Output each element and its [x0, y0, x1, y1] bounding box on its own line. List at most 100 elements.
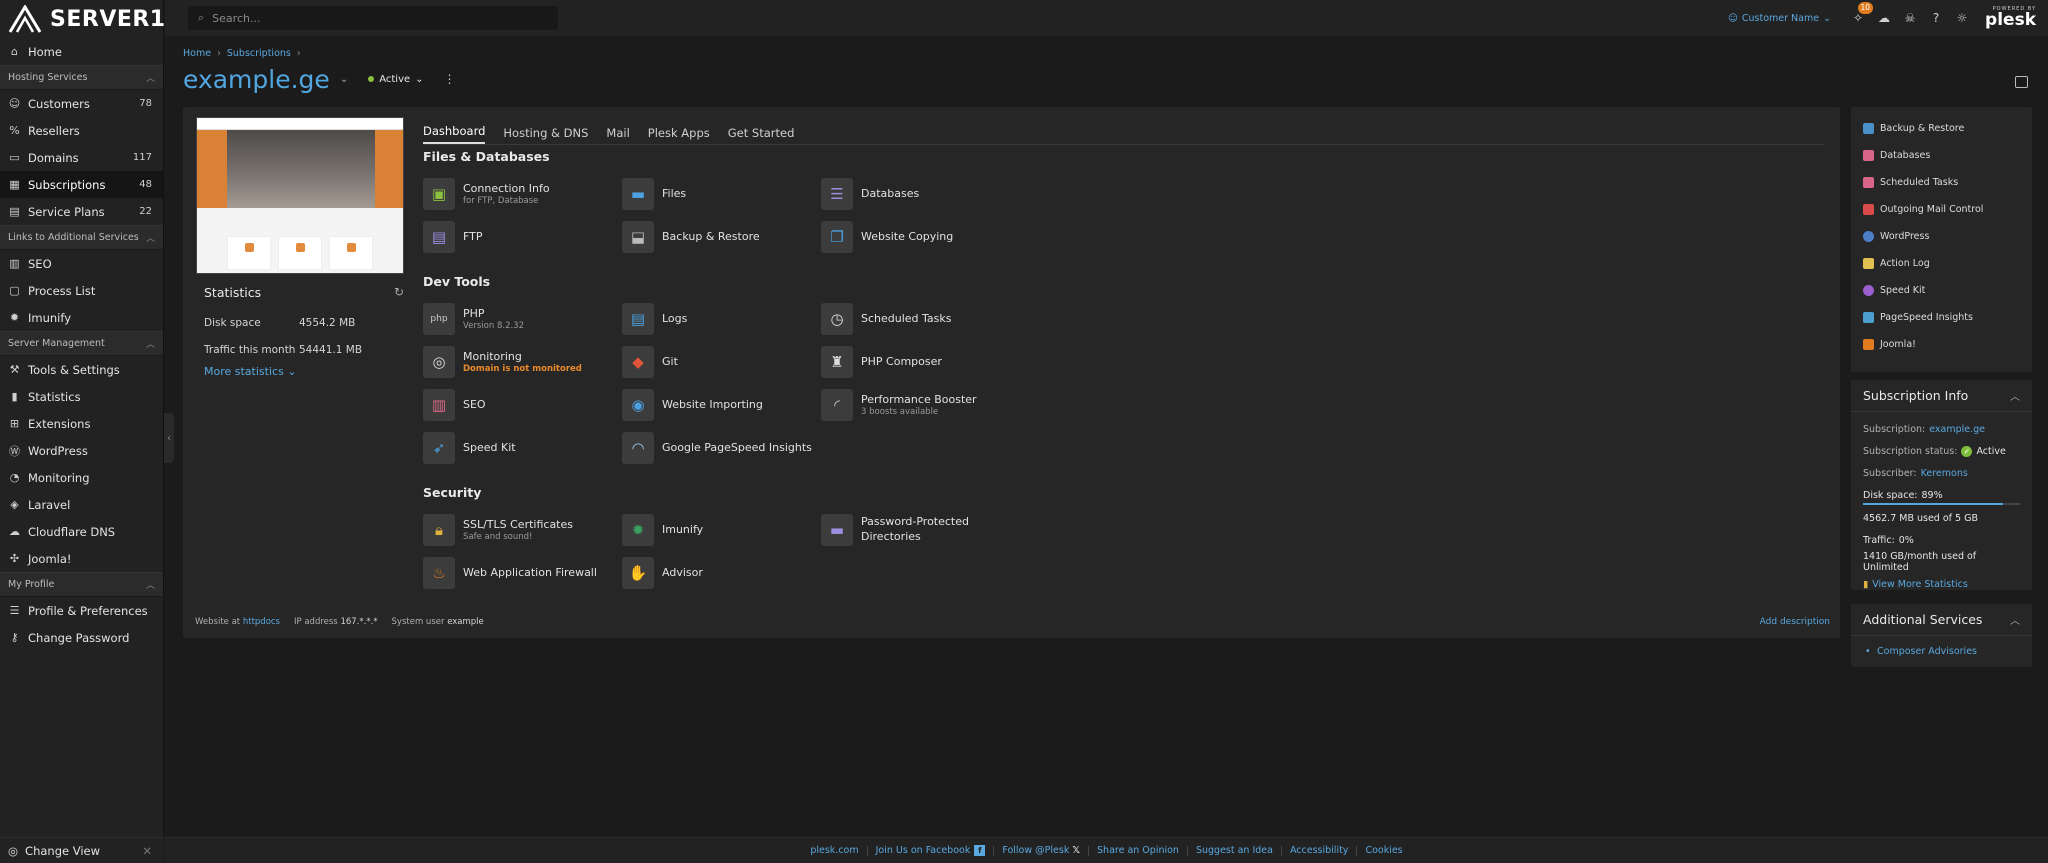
footer-link-cookies[interactable]: Cookies [1365, 845, 1402, 856]
tool-advisor[interactable]: ✋ Advisor [622, 557, 812, 589]
tool-php[interactable]: php PHP Version 8.2.32 [423, 303, 613, 335]
tab-hosting-dns[interactable]: Hosting & DNS [503, 126, 588, 144]
docroot-link[interactable]: httpdocs [243, 617, 280, 627]
notifications-icon[interactable]: ✧ 10 [1850, 2, 1874, 26]
tool-website-copying[interactable]: ❐ Website Copying [821, 221, 1011, 253]
subscription-info-header[interactable]: Subscription Info ︿ [1851, 380, 2032, 412]
quick-link-databases[interactable]: Databases [1851, 142, 2032, 169]
sidebar-item-cloudflare[interactable]: ☁ Cloudflare DNS [0, 518, 163, 545]
view-more-statistics-link[interactable]: ▮ View More Statistics [1851, 573, 2032, 595]
additional-services-header[interactable]: Additional Services ︿ [1851, 604, 2032, 636]
search-box[interactable]: ⌕ [188, 6, 558, 30]
customer-name: Customer Name [1741, 12, 1820, 24]
search-input[interactable] [212, 11, 533, 25]
quick-link-scheduled-tasks[interactable]: Scheduled Tasks [1851, 169, 2032, 196]
brand-logo[interactable]: SERVER1 [0, 0, 165, 38]
breadcrumb-subscriptions[interactable]: Subscriptions [227, 48, 291, 59]
sidebar-item-joomla[interactable]: ✣ Joomla! [0, 545, 163, 572]
help-icon[interactable]: ? [1928, 10, 1944, 26]
sidebar-item-domains[interactable]: ▭ Domains 117 [0, 144, 163, 171]
tool-pagespeed[interactable]: ◠ Google PageSpeed Insights [622, 432, 812, 464]
sidebar-item-monitoring[interactable]: ◔ Monitoring [0, 464, 163, 491]
sidebar-item-subscriptions[interactable]: ▦ Subscriptions 48 [0, 171, 163, 198]
quick-link-pagespeed[interactable]: PageSpeed Insights [1851, 304, 2032, 331]
chevron-down-icon[interactable]: ⌄ [340, 74, 348, 85]
footer-link-plesk[interactable]: plesk.com [810, 845, 858, 856]
gauge-icon: ◜ [821, 389, 853, 421]
sidebar-item-customers[interactable]: ☺ Customers 78 [0, 90, 163, 117]
tool-files[interactable]: ▬ Files [622, 178, 812, 210]
nav-group-server[interactable]: Server Management ︿ [0, 331, 163, 356]
more-options-icon[interactable]: ⋮ [444, 72, 456, 86]
nav-group-hosting[interactable]: Hosting Services ︿ [0, 65, 163, 90]
sidebar-collapse-handle[interactable]: ‹ [164, 413, 174, 463]
sidebar-item-resellers[interactable]: % Resellers [0, 117, 163, 144]
tool-waf[interactable]: ♨ Web Application Firewall [423, 557, 613, 589]
tab-mail[interactable]: Mail [606, 126, 629, 144]
add-description-link[interactable]: Add description [1760, 617, 1830, 627]
theme-icon[interactable]: ☼ [1954, 10, 1970, 26]
tool-backup-restore[interactable]: ⬓ Backup & Restore [622, 221, 812, 253]
sidebar-item-tools-settings[interactable]: ⚒ Tools & Settings [0, 356, 163, 383]
tool-seo[interactable]: ▥ SEO [423, 389, 613, 421]
quick-link-outgoing-mail[interactable]: Outgoing Mail Control [1851, 196, 2032, 223]
footer-link-facebook[interactable]: Join Us on Facebook f [876, 845, 986, 856]
connection-icon: ▣ [423, 178, 455, 210]
sidebar-item-home[interactable]: ⌂ Home [0, 38, 163, 65]
plesk-logo[interactable]: POWERED BY plesk [1985, 7, 2036, 29]
sidebar-item-profile[interactable]: ☰ Profile & Preferences [0, 597, 163, 624]
quick-link-wordpress[interactable]: WordPress [1851, 223, 2032, 250]
tab-plesk-apps[interactable]: Plesk Apps [648, 126, 710, 144]
footer-link-opinion[interactable]: Share an Opinion [1097, 845, 1179, 856]
footer-link-idea[interactable]: Suggest an Idea [1196, 845, 1273, 856]
tool-php-composer[interactable]: ♜ PHP Composer [821, 346, 1011, 378]
sidebar-item-imunify[interactable]: ✹ Imunify [0, 304, 163, 331]
tab-get-started[interactable]: Get Started [728, 126, 795, 144]
quick-link-action-log[interactable]: Action Log [1851, 250, 2032, 277]
refresh-icon[interactable]: ↻ [394, 285, 404, 299]
tool-ftp[interactable]: ▤ FTP [423, 221, 613, 253]
tool-website-importing[interactable]: ◉ Website Importing [622, 389, 812, 421]
tab-dashboard[interactable]: Dashboard [423, 124, 486, 144]
tool-connection-info[interactable]: ▣ Connection Info for FTP, Database [423, 178, 613, 210]
sidebar-item-statistics[interactable]: ▮ Statistics [0, 383, 163, 410]
more-statistics-link[interactable]: More statistics ⌄ [204, 365, 404, 378]
nav-group-profile[interactable]: My Profile ︿ [0, 572, 163, 597]
tool-logs[interactable]: ▤ Logs [622, 303, 812, 335]
footer-link-x[interactable]: Follow @Plesk 𝕏 [1002, 845, 1080, 856]
quick-link-joomla[interactable]: Joomla! [1851, 331, 2032, 358]
sidebar-item-wordpress[interactable]: Ⓦ WordPress [0, 437, 163, 464]
sidebar-item-laravel[interactable]: ◈ Laravel [0, 491, 163, 518]
cloud-icon[interactable]: ☁ [1876, 10, 1892, 26]
side-panel-toggle-icon[interactable] [2015, 76, 2028, 88]
tool-git[interactable]: ◆ Git [622, 346, 812, 378]
sidebar-item-extensions[interactable]: ⊞ Extensions [0, 410, 163, 437]
website-preview[interactable] [196, 117, 404, 274]
composer-advisories-link[interactable]: Composer Advisories [1851, 636, 2032, 657]
sidebar-item-change-password[interactable]: ⚷ Change Password [0, 624, 163, 651]
quick-link-backup[interactable]: Backup & Restore [1851, 115, 2032, 142]
subscription-link[interactable]: example.ge [1929, 424, 1985, 435]
tool-scheduled-tasks[interactable]: ◷ Scheduled Tasks [821, 303, 1011, 335]
sidebar-item-service-plans[interactable]: ▤ Service Plans 22 [0, 198, 163, 225]
tool-password-protected-dirs[interactable]: ▬ Password-Protected Directories [821, 514, 1011, 546]
tool-ssl-certificates[interactable]: 🔒︎ SSL/TLS Certificates Safe and sound! [423, 514, 613, 546]
change-view-button[interactable]: ◎ Change View ✕ [0, 837, 164, 863]
mail-icon [1863, 204, 1874, 215]
nav-group-links[interactable]: Links to Additional Services ︿ [0, 225, 163, 250]
status-dropdown[interactable]: Active ⌄ [368, 74, 424, 85]
subscriber-link[interactable]: Keremons [1921, 468, 1968, 479]
footer-link-accessibility[interactable]: Accessibility [1290, 845, 1348, 856]
close-icon[interactable]: ✕ [142, 844, 152, 858]
sidebar-item-seo[interactable]: ▥ SEO [0, 250, 163, 277]
breadcrumb-home[interactable]: Home [183, 48, 211, 59]
quick-link-speed-kit[interactable]: Speed Kit [1851, 277, 2032, 304]
tool-databases[interactable]: ☰ Databases [821, 178, 1011, 210]
sidebar-item-process-list[interactable]: ▢ Process List [0, 277, 163, 304]
bug-icon[interactable]: ☠ [1902, 10, 1918, 26]
tool-monitoring[interactable]: ◎ Monitoring Domain is not monitored [423, 346, 613, 378]
customer-menu[interactable]: ☺ Customer Name ⌄ [1728, 13, 1831, 24]
tool-speed-kit[interactable]: ➶ Speed Kit [423, 432, 613, 464]
tool-imunify[interactable]: ✹ Imunify [622, 514, 812, 546]
tool-performance-booster[interactable]: ◜ Performance Booster 3 boosts available [821, 389, 1011, 421]
